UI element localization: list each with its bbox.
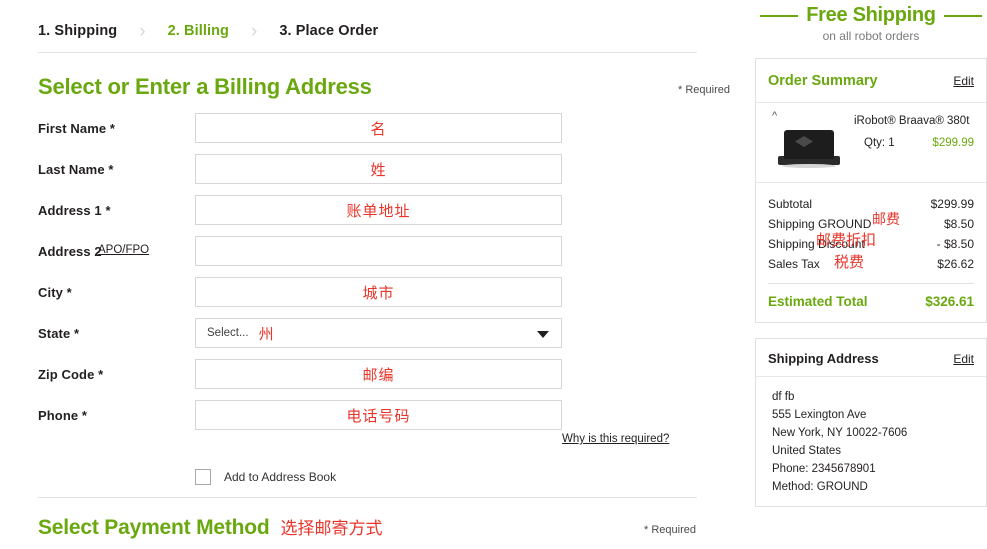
payment-required-note: * Required xyxy=(644,524,696,536)
breadcrumb-step-billing[interactable]: 2. Billing xyxy=(168,23,229,39)
order-summary-title: Order Summary xyxy=(768,73,878,89)
chevron-right-icon: › xyxy=(251,20,258,42)
form-row-city: City * 城市 xyxy=(38,277,697,318)
form-row-address-2: Address 2 xyxy=(38,236,697,277)
promo-rule-right xyxy=(943,14,982,17)
promo-rule-left xyxy=(760,14,799,17)
annotation-last-name: 姓 xyxy=(370,160,387,179)
address-line: df fb xyxy=(772,391,795,403)
shipping-address-card: Shipping Address Edit df fb 555 Lexingto… xyxy=(755,338,987,507)
breadcrumb-step-shipping[interactable]: 1. Shipping xyxy=(38,23,117,39)
chevron-up-icon[interactable]: ^ xyxy=(772,111,777,122)
annotation-payment-method: 选择邮寄方式 xyxy=(280,519,383,539)
billing-address-form: First Name * 名 Last Name * 姓 Address 1 *… xyxy=(38,113,697,485)
shipping-address-title: Shipping Address xyxy=(768,351,879,366)
annotation-shipping-discount: 邮费折扣 xyxy=(816,231,877,249)
divider-top xyxy=(38,52,697,53)
annotation-state: 州 xyxy=(258,324,275,343)
total-row-subtotal: Subtotal $299.99 xyxy=(768,194,974,214)
add-to-address-book-row[interactable]: Add to Address Book xyxy=(195,469,336,485)
sales-tax-label: Sales Tax xyxy=(768,257,820,271)
form-row-address-1: Address 1 * 账单地址 xyxy=(38,195,697,236)
state-select[interactable]: Select... 州 xyxy=(195,318,562,348)
checkout-main-column: 1. Shipping › 2. Billing › 3. Place Orde… xyxy=(0,0,735,549)
annotation-first-name: 名 xyxy=(370,119,387,138)
chevron-down-icon xyxy=(537,331,549,338)
order-item-row: ^ iRobot® Braava® 380t Qty: 1 $299.99 xyxy=(756,103,986,183)
label-state: State * xyxy=(38,326,80,341)
why-is-this-required-link[interactable]: Why is this required? xyxy=(562,433,669,445)
annotation-address-1: 账单地址 xyxy=(346,201,411,220)
add-to-address-book-checkbox[interactable] xyxy=(195,469,211,485)
shipping-address-header: Shipping Address Edit xyxy=(756,339,986,377)
label-city: City * xyxy=(38,285,72,300)
label-first-name: First Name * xyxy=(38,121,116,136)
subtotal-label: Subtotal xyxy=(768,197,813,211)
order-totals: Subtotal $299.99 Shipping GROUND $8.50 S… xyxy=(756,183,986,322)
annotation-sales-tax: 税费 xyxy=(834,253,865,271)
subtotal-value: $299.99 xyxy=(930,197,974,211)
product-thumbnail-wrap xyxy=(768,112,854,170)
payment-section-header: Select Payment Method 选择邮寄方式 xyxy=(38,514,383,540)
form-row-last-name: Last Name * 姓 xyxy=(38,154,697,195)
zip-code-input[interactable]: 邮编 xyxy=(195,359,562,389)
form-row-first-name: First Name * 名 xyxy=(38,113,697,154)
label-zip-code: Zip Code * xyxy=(38,367,104,382)
product-quantity: Qty: 1 xyxy=(864,137,895,149)
address-line: Method: GROUND xyxy=(772,481,868,493)
checkout-breadcrumb: 1. Shipping › 2. Billing › 3. Place Orde… xyxy=(0,0,735,46)
estimated-total-label: Estimated Total xyxy=(768,294,868,309)
checkout-sidebar: Free Shipping on all robot orders Order … xyxy=(755,0,987,507)
address-1-input[interactable]: 账单地址 xyxy=(195,195,562,225)
payment-section-title: Select Payment Method xyxy=(38,516,270,539)
page-title: Select or Enter a Billing Address xyxy=(38,74,372,99)
last-name-input[interactable]: 姓 xyxy=(195,154,562,184)
sales-tax-value: $26.62 xyxy=(937,257,974,271)
shipping-discount-value: - $8.50 xyxy=(936,237,974,251)
label-address-1: Address 1 * xyxy=(38,203,111,218)
shipping-value: $8.50 xyxy=(943,217,974,231)
estimated-total-row: Estimated Total $326.61 xyxy=(768,284,974,322)
label-last-name: Last Name * xyxy=(38,162,114,177)
product-name: iRobot® Braava® 380t xyxy=(854,115,970,127)
apo-fpo-link[interactable]: APO/FPO xyxy=(98,244,149,256)
divider-bottom xyxy=(38,497,697,498)
promo-headline: Free Shipping xyxy=(806,4,936,26)
product-price: $299.99 xyxy=(932,137,974,149)
order-summary-header: Order Summary Edit xyxy=(756,59,986,103)
address-line: 555 Lexington Ave xyxy=(772,409,867,421)
free-shipping-promo: Free Shipping on all robot orders xyxy=(755,0,987,43)
form-row-state: State * Select... 州 xyxy=(38,318,697,359)
checkout-page: 1. Shipping › 2. Billing › 3. Place Orde… xyxy=(0,0,987,549)
annotation-zip-code: 邮编 xyxy=(362,365,395,384)
address-line: United States xyxy=(772,445,842,457)
state-select-value: Select... xyxy=(207,327,249,339)
address-line: New York, NY 10022-7606 xyxy=(772,427,908,439)
add-to-address-book-label: Add to Address Book xyxy=(224,470,337,484)
order-summary-card: Order Summary Edit ^ iRobot® Braava® 380… xyxy=(755,58,987,323)
total-row-sales-tax: Sales Tax $26.62 xyxy=(768,254,974,274)
shipping-address-body: df fb 555 Lexington Ave New York, NY 100… xyxy=(756,377,986,506)
label-phone: Phone * xyxy=(38,408,88,423)
breadcrumb-step-place-order[interactable]: 3. Place Order xyxy=(279,23,378,39)
product-image xyxy=(778,128,840,170)
phone-input[interactable]: 电话号码 xyxy=(195,400,562,430)
order-item-info: iRobot® Braava® 380t Qty: 1 $299.99 xyxy=(854,112,974,170)
annotation-city: 城市 xyxy=(362,283,395,302)
form-row-zip-code: Zip Code * 邮编 xyxy=(38,359,697,400)
order-summary-edit-link[interactable]: Edit xyxy=(953,74,974,88)
chevron-right-icon: › xyxy=(139,20,146,42)
estimated-total-value: $326.61 xyxy=(925,294,974,309)
address-line: Phone: 2345678901 xyxy=(772,463,876,475)
annotation-shipping-fee: 邮费 xyxy=(872,212,900,228)
annotation-phone: 电话号码 xyxy=(346,406,411,425)
first-name-input[interactable]: 名 xyxy=(195,113,562,143)
address-2-input[interactable] xyxy=(195,236,562,266)
city-input[interactable]: 城市 xyxy=(195,277,562,307)
billing-required-note: * Required xyxy=(678,84,730,96)
promo-subhead: on all robot orders xyxy=(822,29,920,43)
billing-section-header: Select or Enter a Billing Address xyxy=(38,74,372,100)
shipping-address-edit-link[interactable]: Edit xyxy=(953,352,974,366)
